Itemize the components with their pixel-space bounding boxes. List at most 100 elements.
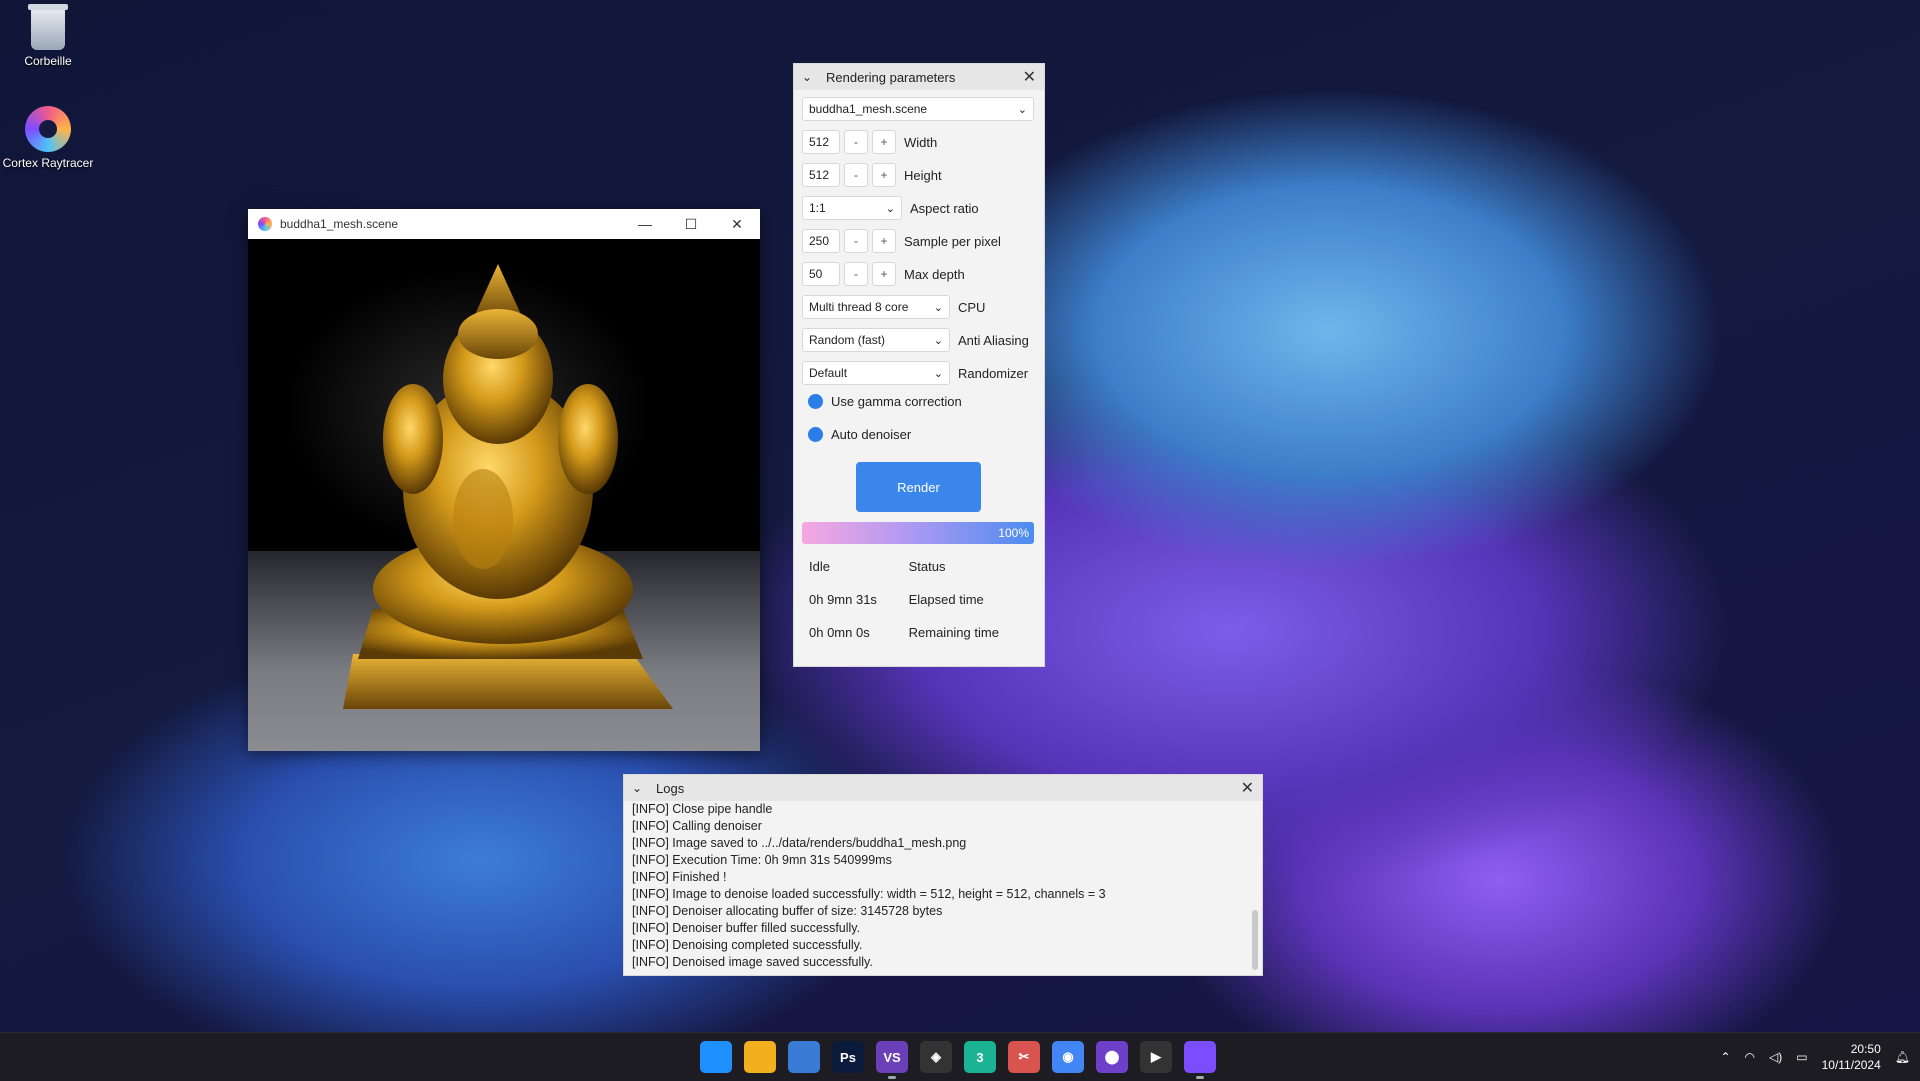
taskbar-media-player-icon[interactable]: ▶: [1140, 1041, 1172, 1073]
log-line: [INFO] Denoised image saved successfully…: [632, 955, 873, 969]
taskbar-app-3-icon[interactable]: 3: [964, 1041, 996, 1073]
anti-aliasing-value: Random (fast): [809, 333, 886, 347]
volume-icon[interactable]: ◁): [1769, 1050, 1782, 1064]
width-increment-button[interactable]: +: [872, 130, 896, 154]
progress-percent: 100%: [998, 526, 1029, 540]
width-input[interactable]: 512: [802, 130, 840, 154]
maximize-button[interactable]: ☐: [668, 209, 714, 239]
logs-scrollbar[interactable]: [1252, 910, 1258, 970]
panel-header[interactable]: ⌄ Rendering parameters ✕: [794, 64, 1044, 90]
elapsed-value: 0h 9mn 31s: [809, 592, 877, 607]
auto-denoiser-label: Auto denoiser: [831, 427, 912, 442]
close-button[interactable]: ✕: [714, 209, 760, 239]
render-viewer-window: buddha1_mesh.scene — ☐ ✕: [248, 209, 760, 751]
taskbar-photoshop-icon[interactable]: Ps: [832, 1041, 864, 1073]
chevron-down-icon: ⌄: [933, 367, 943, 380]
clock[interactable]: 20:50 10/11/2024: [1822, 1041, 1881, 1073]
chevron-down-icon: ⌄: [1017, 103, 1027, 116]
clock-time: 20:50: [1850, 1042, 1881, 1056]
desktop-icon-label: Cortex Raytracer: [2, 156, 94, 170]
panel-title: Rendering parameters: [826, 69, 956, 85]
aspect-ratio-select[interactable]: 1:1 ⌄: [802, 196, 902, 220]
minimize-button[interactable]: —: [622, 209, 668, 239]
width-decrement-button[interactable]: -: [844, 130, 868, 154]
collapse-chevron-icon[interactable]: ⌄: [802, 70, 816, 84]
height-label: Height: [904, 167, 942, 183]
samples-per-pixel-input[interactable]: 250: [802, 229, 840, 253]
status-label: Status: [908, 559, 946, 574]
chevron-down-icon: ⌄: [933, 334, 943, 347]
taskbar-github-icon[interactable]: ⬤: [1096, 1041, 1128, 1073]
taskbar-store-icon[interactable]: [788, 1041, 820, 1073]
log-line: [INFO] Close pipe handle: [632, 802, 773, 816]
remaining-value: 0h 0mn 0s: [809, 625, 870, 640]
close-logs-button[interactable]: ✕: [1241, 778, 1254, 798]
taskbar-file-explorer-icon[interactable]: [744, 1041, 776, 1073]
log-line: [INFO] Denoiser allocating buffer of siz…: [632, 904, 943, 918]
cortex-app-icon: [258, 217, 272, 231]
log-line: [INFO] Calling denoiser: [632, 819, 762, 833]
max-depth-input[interactable]: 50: [802, 262, 840, 286]
viewer-titlebar[interactable]: buddha1_mesh.scene — ☐ ✕: [248, 209, 760, 239]
height-increment-button[interactable]: +: [872, 163, 896, 187]
desktop-icon-cortex-raytracer[interactable]: Cortex Raytracer: [0, 106, 96, 170]
scene-select-value: buddha1_mesh.scene: [809, 102, 928, 116]
recycle-bin-icon: [28, 4, 68, 50]
depth-increment-button[interactable]: +: [872, 262, 896, 286]
max-depth-label: Max depth: [904, 266, 965, 282]
taskbar-chrome-icon[interactable]: ◉: [1052, 1041, 1084, 1073]
battery-icon[interactable]: ▭: [1796, 1050, 1807, 1064]
log-line: [INFO] Image saved to ../../data/renders…: [632, 836, 967, 850]
logs-header[interactable]: ⌄ Logs ✕: [624, 775, 1262, 801]
taskbar-visual-studio-icon[interactable]: VS: [876, 1041, 908, 1079]
render-progress-bar: 100%: [802, 522, 1034, 544]
randomizer-value: Default: [809, 366, 848, 380]
height-input[interactable]: 512: [802, 163, 840, 187]
cortex-raytracer-icon: [25, 106, 71, 152]
anti-aliasing-label: Anti Aliasing: [958, 332, 1029, 348]
notification-bell-icon[interactable]: 🔔︎: [1895, 1050, 1910, 1064]
taskbar-start-icon[interactable]: [700, 1041, 732, 1073]
randomizer-label: Randomizer: [958, 365, 1029, 381]
spp-increment-button[interactable]: +: [872, 229, 896, 253]
samples-per-pixel-label: Sample per pixel: [904, 233, 1001, 249]
close-panel-button[interactable]: ✕: [1023, 67, 1036, 87]
log-output: [INFO] Close pipe handle [INFO] Calling …: [624, 801, 1262, 971]
viewer-title: buddha1_mesh.scene: [280, 217, 399, 231]
taskbar-snipping-tool-icon[interactable]: ✂: [1008, 1041, 1040, 1073]
chevron-down-icon: ⌄: [933, 301, 943, 314]
aspect-ratio-label: Aspect ratio: [910, 200, 979, 216]
logs-panel: ⌄ Logs ✕ [INFO] Close pipe handle [INFO]…: [623, 774, 1263, 976]
remaining-row: 0h 0mn 0s Remaining time: [809, 625, 999, 640]
randomizer-select[interactable]: Default ⌄: [802, 361, 950, 385]
checkbox-checked-icon: [808, 427, 823, 442]
status-value: Idle: [809, 559, 830, 574]
taskbar-unity-icon[interactable]: ◈: [920, 1041, 952, 1073]
scene-select[interactable]: buddha1_mesh.scene ⌄: [802, 97, 1034, 121]
collapse-chevron-icon[interactable]: ⌄: [632, 781, 646, 795]
wifi-icon[interactable]: ◠: [1745, 1050, 1755, 1064]
anti-aliasing-select[interactable]: Random (fast) ⌄: [802, 328, 950, 352]
gamma-correction-checkbox[interactable]: Use gamma correction: [802, 394, 962, 409]
desktop-icon-recycle-bin[interactable]: Corbeille: [0, 4, 96, 68]
render-button[interactable]: Render: [856, 462, 981, 512]
spp-decrement-button[interactable]: -: [844, 229, 868, 253]
system-tray: ⌃ ◠ ◁) ▭ 20:50 10/11/2024 🔔︎: [1720, 1033, 1910, 1081]
aspect-ratio-value: 1:1: [809, 201, 826, 215]
golden-statue-render: [343, 264, 673, 709]
elapsed-label: Elapsed time: [908, 592, 984, 607]
log-line: [INFO] Image to denoise loaded successfu…: [632, 887, 1106, 901]
chevron-down-icon: ⌄: [885, 202, 895, 215]
gamma-correction-label: Use gamma correction: [831, 394, 962, 409]
height-decrement-button[interactable]: -: [844, 163, 868, 187]
cpu-select[interactable]: Multi thread 8 core ⌄: [802, 295, 950, 319]
depth-decrement-button[interactable]: -: [844, 262, 868, 286]
auto-denoiser-checkbox[interactable]: Auto denoiser: [802, 427, 911, 442]
checkbox-checked-icon: [808, 394, 823, 409]
chevron-up-icon[interactable]: ⌃: [1720, 1050, 1730, 1064]
rendering-parameters-panel: ⌄ Rendering parameters ✕ buddha1_mesh.sc…: [793, 63, 1045, 667]
taskbar-cortex-raytracer-icon[interactable]: [1184, 1041, 1216, 1079]
log-line: [INFO] Denoising completed successfully.: [632, 938, 863, 952]
log-line: [INFO] Execution Time: 0h 9mn 31s 540999…: [632, 853, 892, 867]
elapsed-row: 0h 9mn 31s Elapsed time: [809, 592, 984, 607]
